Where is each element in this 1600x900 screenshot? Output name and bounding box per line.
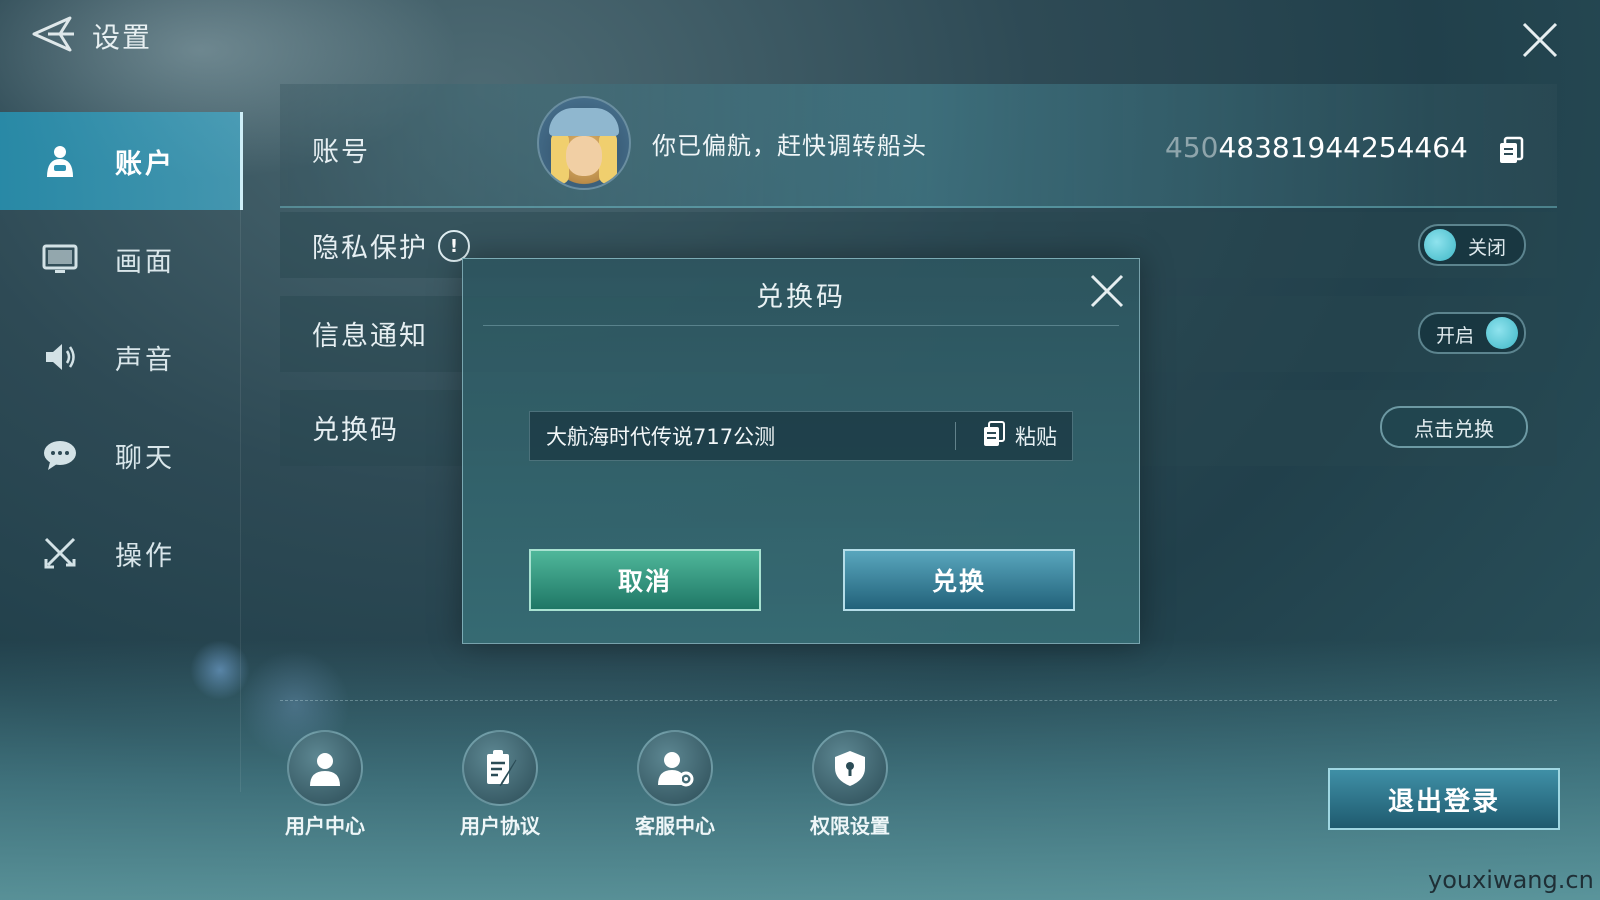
top-bar: 设置 [0,0,1600,70]
redeem-dialog: 兑换码 粘贴 取消 兑换 [462,258,1140,644]
close-icon[interactable] [1520,20,1560,60]
confirm-redeem-button[interactable]: 兑换 [843,549,1075,611]
bottom-link-label: 客服中心 [635,814,715,838]
sidebar-item-display[interactable]: 画面 [0,210,240,308]
sidebar-item-account[interactable]: 账户 [0,112,243,210]
watermark: youxiwang.cn [1428,866,1594,894]
redeem-code-field: 粘贴 [529,411,1073,461]
redeem-open-button[interactable]: 点击兑换 [1380,406,1528,448]
support-gear-icon [637,730,713,806]
divider [280,700,1557,701]
account-icon [40,141,80,181]
user-id-rest: 48381944254464 [1218,131,1468,164]
paste-button[interactable]: 粘贴 [970,412,1070,460]
user-id: 45048381944254464 [1165,131,1468,164]
sidebar-item-chat[interactable]: 聊天 [0,406,240,504]
page-title: 设置 [92,21,153,54]
toggle-knob [1486,317,1518,349]
crossed-swords-icon [40,533,80,573]
back-arrow-icon[interactable] [30,14,78,54]
toggle-text: 关闭 [1468,237,1507,259]
toggle-text: 开启 [1436,325,1475,347]
bottom-link-label: 权限设置 [810,814,890,838]
redeem-code-label: 兑换码 [312,415,399,446]
user-center-button[interactable]: 用户中心 [265,730,385,839]
user-icon [287,730,363,806]
copy-icon[interactable] [1498,136,1524,164]
shield-lock-icon [812,730,888,806]
paste-label: 粘贴 [1015,425,1057,449]
dialog-close-icon[interactable] [1087,271,1127,311]
account-row: 账号 你已偏航，赶快调转船头 45048381944254464 [280,84,1557,208]
field-separator [955,422,956,450]
paste-icon [983,421,1005,451]
toggle-knob [1424,229,1456,261]
speaker-icon [40,337,80,377]
notification-toggle[interactable]: 开启 [1418,312,1526,354]
chat-bubble-icon [40,435,80,475]
sidebar: 账户 画面 声音 聊天 操作 [0,112,243,792]
notification-label: 信息通知 [312,321,428,352]
sidebar-item-label: 操作 [115,540,175,572]
sidebar-item-label: 聊天 [115,442,175,474]
document-quill-icon [462,730,538,806]
user-id-prefix: 450 [1165,131,1219,164]
bottom-link-label: 用户中心 [285,814,365,838]
monitor-icon [40,239,80,279]
dialog-divider [483,325,1119,326]
bottom-link-label: 用户协议 [460,814,540,838]
permission-settings-button[interactable]: 权限设置 [790,730,910,839]
sidebar-item-sound[interactable]: 声音 [0,308,240,406]
account-label: 账号 [312,137,370,168]
sidebar-item-label: 画面 [115,246,175,278]
dialog-title: 兑换码 [756,282,846,313]
privacy-label: 隐私保护 [312,233,428,264]
privacy-toggle[interactable]: 关闭 [1418,224,1526,266]
cancel-button[interactable]: 取消 [529,549,761,611]
redeem-code-input[interactable] [530,412,950,460]
sidebar-item-label: 声音 [115,344,175,376]
nickname: 你已偏航，赶快调转船头 [652,132,927,160]
logout-button[interactable]: 退出登录 [1328,768,1560,830]
sidebar-item-controls[interactable]: 操作 [0,504,240,602]
customer-service-button[interactable]: 客服中心 [615,730,735,839]
sidebar-item-label: 账户 [115,148,175,180]
avatar[interactable] [537,96,631,190]
user-agreement-button[interactable]: 用户协议 [440,730,560,839]
